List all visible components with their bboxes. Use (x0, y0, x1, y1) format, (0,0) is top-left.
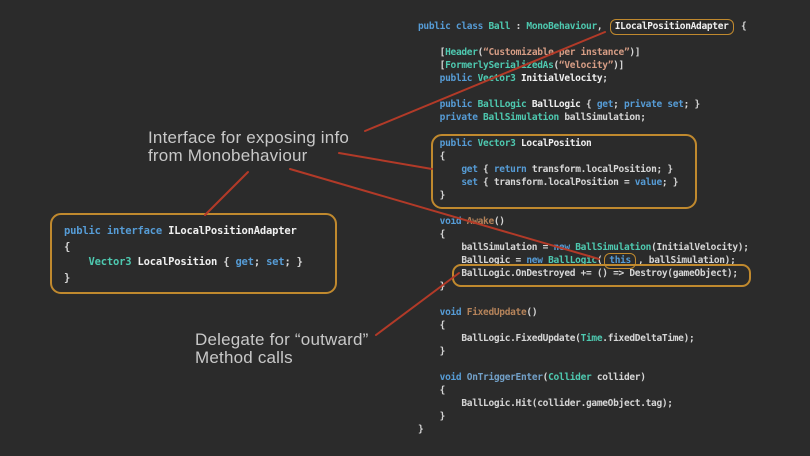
highlight-box-localposition-property (431, 134, 697, 209)
note-interface-line1: Interface for exposing info (148, 128, 350, 147)
code-token: Header (445, 47, 478, 58)
code-line: { (418, 384, 749, 397)
code-token: “Velocity” (558, 60, 614, 71)
code-token: { (586, 99, 597, 110)
code-token: ; (613, 99, 624, 110)
code-line: { (418, 228, 749, 241)
code-line: BallLogic.Hit(collider.gameObject.tag); (418, 397, 749, 410)
code-token: private (418, 112, 484, 123)
slide-canvas: Interface for exposing info from Monobeh… (0, 0, 810, 456)
code-line: private BallSimulation ballSimulation; (418, 111, 749, 124)
arrow-note-to-interface-definition (204, 171, 249, 216)
code-token: ballSimulation; (564, 112, 646, 123)
code-token: Vector3 (477, 73, 521, 84)
code-token: InitialVelocity (520, 73, 603, 84)
code-token: [ (418, 60, 446, 71)
code-token: () (526, 307, 538, 318)
note-interface-line2: from Monobehaviour (148, 146, 308, 165)
code-line: public class Ball : MonoBehaviour, ILoca… (418, 19, 749, 35)
code-line: void FixedUpdate() (418, 306, 749, 319)
code-token: public class (418, 21, 489, 32)
code-token: } (418, 411, 446, 422)
code-token: )] (629, 47, 641, 58)
code-token: ballSimulation = (418, 242, 554, 253)
code-token: ; (602, 73, 608, 84)
code-token: FormerlySerializedAs (445, 60, 554, 71)
code-token: } (418, 346, 446, 357)
code-line: [FormerlySerializedAs(“Velocity”)] (418, 59, 749, 72)
code-token: [ (418, 47, 446, 58)
code-line: } (418, 423, 749, 436)
code-token: BallLogic (531, 99, 587, 110)
main-code-block: public class Ball : MonoBehaviour, ILoca… (418, 19, 749, 436)
code-token: collider) (591, 372, 646, 383)
note-delegate-line2: Method calls (195, 348, 293, 367)
code-token: void (418, 372, 467, 383)
code-token: { (418, 385, 446, 396)
code-token: void (418, 307, 467, 318)
code-token: Time (580, 333, 603, 344)
code-line: public Vector3 InitialVelocity; (418, 72, 749, 85)
note-delegate-line1: Delegate for “outward” (195, 330, 369, 349)
code-token: BallSimulation (575, 242, 652, 253)
code-line: void OnTriggerEnter(Collider collider) (418, 371, 749, 384)
code-token: ; } (683, 99, 701, 110)
code-token: FixedUpdate (466, 307, 527, 318)
code-token: get (596, 99, 614, 110)
code-line: } (418, 345, 749, 358)
code-token: MonoBehaviour (526, 21, 597, 32)
code-line: void Awake() (418, 215, 749, 228)
code-line: { (418, 319, 749, 332)
code-line: ballSimulation = new BallSimulation(Init… (418, 241, 749, 254)
code-token: new (553, 242, 576, 253)
code-token: void (418, 216, 467, 227)
code-line: public BallLogic BallLogic { get; privat… (418, 98, 749, 111)
code-token: BallLogic.FixedUpdate( (418, 333, 581, 344)
code-token: public (418, 99, 478, 110)
code-token: : (515, 21, 527, 32)
code-token: } (418, 281, 446, 292)
code-token: “Customizable per instance” (483, 47, 630, 58)
code-token: OnTriggerEnter (466, 372, 543, 383)
highlight-box-ondestroyed-delegate (452, 264, 751, 287)
code-token: private set (623, 99, 684, 110)
code-token-highlighted: ILocalPositionAdapter (609, 19, 734, 35)
code-token: (InitialVelocity); (651, 242, 749, 253)
code-token: Collider (548, 372, 592, 383)
code-token: Awake (466, 216, 494, 227)
code-token: BallLogic.Hit(collider.gameObject.tag); (418, 398, 673, 409)
code-token: , (596, 21, 608, 32)
code-token: { (418, 320, 446, 331)
code-line: BallLogic.FixedUpdate(Time.fixedDeltaTim… (418, 332, 749, 345)
code-token: )] (613, 60, 624, 71)
code-token: { (735, 21, 747, 32)
code-token: public (418, 73, 478, 84)
note-interface: Interface for exposing info from Monobeh… (148, 129, 349, 165)
note-delegate: Delegate for “outward” Method calls (195, 331, 369, 367)
code-token: { (418, 229, 446, 240)
code-token: } (418, 424, 424, 435)
highlight-box-interface-definition (50, 213, 337, 294)
code-token: BallLogic (477, 99, 532, 110)
code-token: () (493, 216, 505, 227)
code-token: BallSimulation (483, 112, 565, 123)
code-line: [Header(“Customizable per instance”)] (418, 46, 749, 59)
code-token: Ball (488, 21, 516, 32)
code-line: } (418, 410, 749, 423)
code-token: .fixedDeltaTime); (602, 333, 695, 344)
